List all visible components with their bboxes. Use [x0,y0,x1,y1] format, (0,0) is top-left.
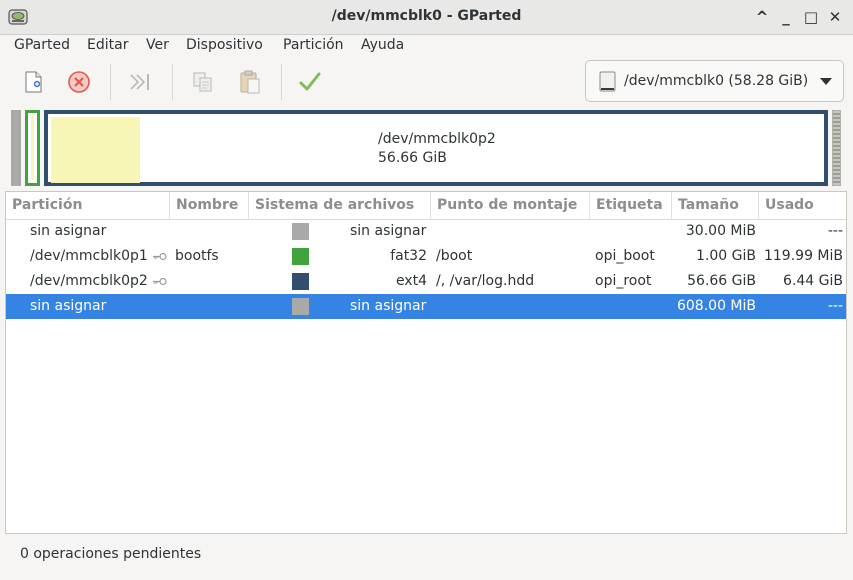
cell-partition: sin asignar [30,298,107,314]
toolbar-separator [281,64,282,100]
apply-button[interactable] [294,67,326,97]
menu-gparted[interactable]: GParted [14,37,70,53]
cell-label: opi_root [595,273,652,289]
toolbar-separator [110,64,111,100]
disk-map: /dev/mmcblk0p2 56.66 GiB [10,110,843,186]
chevron-down-icon [820,78,832,85]
new-icon [25,71,42,93]
cell-mountpoint: /boot [436,248,473,264]
cell-filesystem: fat32 [390,248,427,264]
partition-table: Partición Nombre Sistema de archivos Pun… [5,191,847,534]
device-selector[interactable]: /dev/mmcblk0 (58.28 GiB) [585,60,844,102]
menu-particion[interactable]: Partición [283,37,344,53]
resize-move-icon [130,74,149,90]
key-icon [153,277,167,286]
window-maximize-up-button[interactable]: ^ [753,7,771,27]
cell-size: 30.00 MiB [685,223,756,239]
cell-filesystem: sin asignar [350,298,427,314]
window-minimize-button[interactable]: _ [777,7,795,27]
drive-icon [599,71,616,92]
cell-used: --- [827,223,843,239]
table-header: Partición Nombre Sistema de archivos Pun… [6,192,846,220]
menu-bar: GParted Editar Ver Dispositivo Partición… [0,34,853,58]
apply-icon [299,72,321,91]
column-header-punto-montaje[interactable]: Punto de montaje [431,192,590,219]
column-header-etiqueta[interactable]: Etiqueta [590,192,672,219]
new-partition-button[interactable] [18,67,50,97]
table-row-selected[interactable]: sin asignar sin asignar 608.00 MiB --- [6,294,846,319]
cell-partition: sin asignar [30,223,107,239]
copy-icon [193,72,212,92]
cell-filesystem: ext4 [395,273,427,289]
filesystem-color-swatch [292,273,309,290]
cell-size: 608.00 MiB [676,298,756,314]
delete-icon [68,71,90,93]
cell-name: bootfs [175,248,219,264]
cell-used: --- [827,298,843,314]
paste-button[interactable] [234,67,266,97]
status-bar: 0 operaciones pendientes [20,546,202,562]
menu-ver[interactable]: Ver [146,37,169,53]
menu-editar[interactable]: Editar [87,37,128,53]
title-bar: /dev/mmcblk0 - GParted ^ _ □ ✕ [0,0,853,35]
diskmap-partition-name: /dev/mmcblk0p2 [378,131,496,147]
cell-used: 6.44 GiB [783,273,843,289]
diskmap-partition-p2[interactable]: /dev/mmcblk0p2 56.66 GiB [44,110,828,186]
cell-size: 1.00 GiB [696,248,756,264]
cell-mountpoint: /, /var/log.hdd [436,273,535,289]
resize-move-button[interactable] [125,67,157,97]
table-row[interactable]: /dev/mmcblk0p1 bootfs fat32 /boot opi_bo… [6,244,846,269]
diskmap-used-space [51,117,140,183]
window-close-button[interactable]: ✕ [826,7,844,27]
cell-partition: /dev/mmcblk0p2 [30,273,148,289]
cell-used: 119.99 MiB [763,248,843,264]
cell-size: 56.66 GiB [687,273,756,289]
menu-ayuda[interactable]: Ayuda [361,37,404,53]
copy-button[interactable] [187,67,219,97]
toolbar-separator [172,64,173,100]
diskmap-unallocated-end[interactable] [832,110,841,186]
filesystem-color-swatch [292,223,309,240]
window-title: /dev/mmcblk0 - GParted [331,8,522,24]
key-icon [153,252,167,261]
device-label: /dev/mmcblk0 (58.28 GiB) [624,73,809,89]
cell-partition: /dev/mmcblk0p1 [30,248,148,264]
column-header-tamano[interactable]: Tamaño [672,192,759,219]
table-row[interactable]: sin asignar sin asignar 30.00 MiB --- [6,219,846,244]
diskmap-partition-size: 56.66 GiB [378,150,447,166]
column-header-nombre[interactable]: Nombre [170,192,249,219]
menu-dispositivo[interactable]: Dispositivo [186,37,263,53]
diskmap-partition-p1[interactable] [25,110,40,186]
column-header-particion[interactable]: Partición [6,192,170,219]
column-header-usado[interactable]: Usado [759,192,846,219]
paste-icon [240,70,260,94]
column-header-sistema-archivos[interactable]: Sistema de archivos [249,192,431,219]
filesystem-color-swatch [292,298,309,315]
cell-filesystem: sin asignar [350,223,427,239]
window-maximize-button[interactable]: □ [802,7,820,27]
table-row[interactable]: /dev/mmcblk0p2 ext4 /, /var/log.hdd opi_… [6,269,846,294]
cell-label: opi_boot [595,248,655,264]
delete-partition-button[interactable] [63,67,95,97]
filesystem-color-swatch [292,248,309,265]
diskmap-unallocated-start[interactable] [11,110,21,186]
